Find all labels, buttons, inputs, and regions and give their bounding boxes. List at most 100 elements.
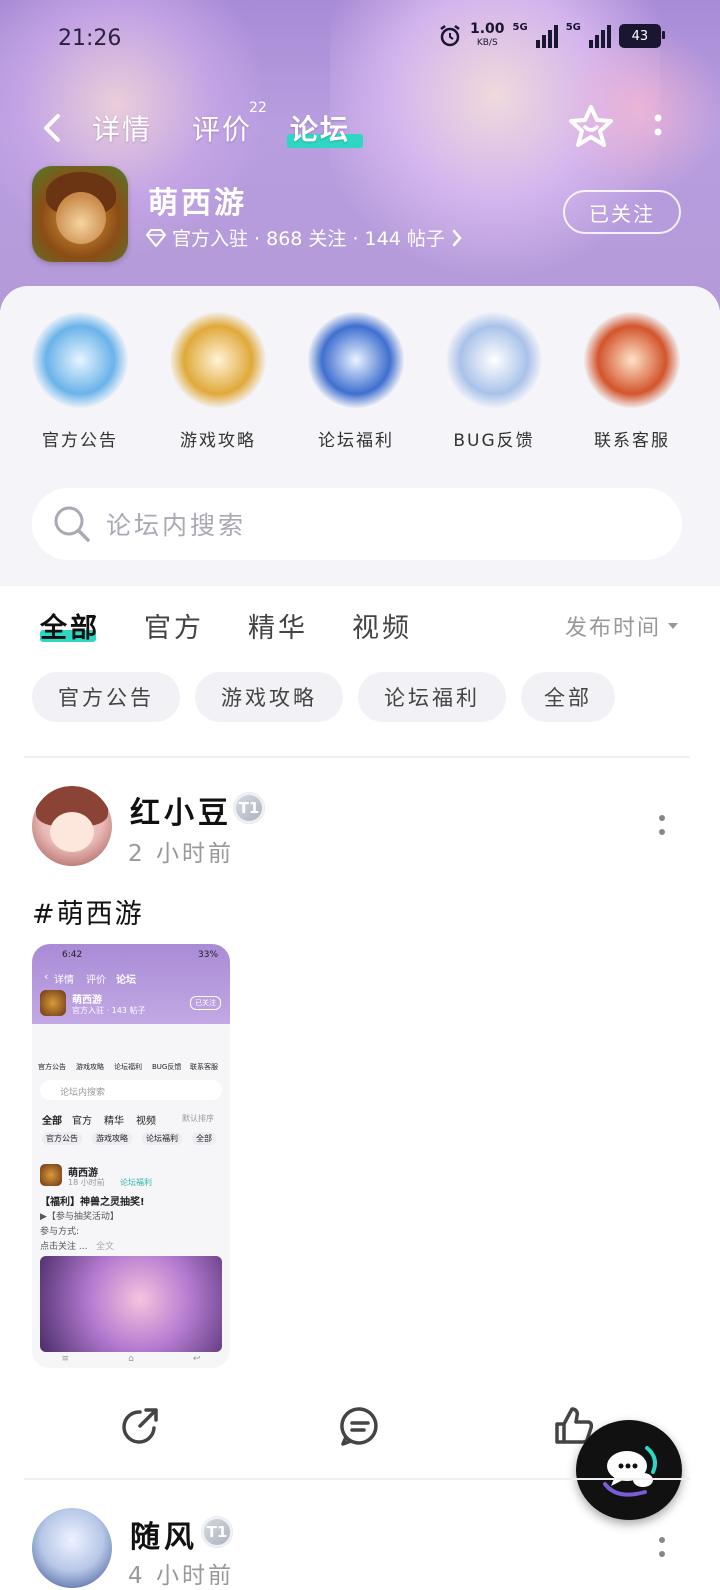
sort-dropdown[interactable]: 发布时间 bbox=[565, 610, 679, 642]
thumb-post-line: 参与方式: bbox=[40, 1227, 80, 1237]
thumb-post-image bbox=[40, 1256, 222, 1352]
post-time: 4 小时前 bbox=[128, 1563, 234, 1589]
thumb-filter: 精华 bbox=[104, 1116, 124, 1127]
category-support[interactable]: 联系客服 bbox=[572, 312, 692, 451]
chevron-right-icon bbox=[452, 229, 462, 246]
support-character-icon bbox=[584, 312, 680, 408]
thumb-cat: BUG反馈 bbox=[152, 1063, 182, 1071]
post-more-icon[interactable] bbox=[656, 1536, 668, 1560]
thumb-post-tag: 论坛福利 bbox=[120, 1178, 152, 1187]
tab-forum[interactable]: 论坛 bbox=[290, 108, 350, 148]
thumb-chip: 游戏攻略 bbox=[92, 1132, 132, 1145]
thumb-follow: 已关注 bbox=[190, 996, 221, 1010]
status-icons: 1.00 KB/S 5G 5G 43 bbox=[438, 22, 665, 50]
level-badge: T1 bbox=[201, 1516, 233, 1548]
category-label: 游戏攻略 bbox=[180, 431, 256, 451]
thumb-post-title: 【福利】神兽之灵抽奖! bbox=[40, 1197, 145, 1208]
sim2-label: 5G bbox=[565, 22, 581, 33]
thumb-search-text: 论坛内搜索 bbox=[60, 1088, 106, 1098]
guide-character-icon bbox=[170, 312, 266, 408]
app-name: 萌西游 bbox=[148, 186, 247, 221]
search-input[interactable]: 论坛内搜索 bbox=[32, 488, 682, 560]
chat-button[interactable] bbox=[576, 1420, 682, 1520]
avatar[interactable] bbox=[32, 1508, 112, 1588]
post-username[interactable]: 红小豆 bbox=[130, 788, 232, 832]
post-more-icon[interactable] bbox=[656, 814, 668, 838]
back-icon[interactable] bbox=[38, 108, 68, 148]
divider bbox=[24, 756, 690, 758]
post-image[interactable]: 6:42 33% ‹ 详情 评价 论坛 萌西游 官方入驻 · 143 帖子 已关… bbox=[32, 944, 230, 1368]
thumb-filter: 全部 bbox=[42, 1116, 62, 1127]
thumb-chip: 论坛福利 bbox=[142, 1132, 182, 1145]
battery-icon: 43 bbox=[618, 24, 665, 48]
search-icon bbox=[54, 506, 90, 542]
announcement-character-icon bbox=[32, 312, 128, 408]
more-icon[interactable] bbox=[648, 110, 668, 146]
caret-down-icon bbox=[668, 623, 679, 629]
thumb-post-more: 全文 bbox=[96, 1242, 115, 1252]
thumb-cat: 联系客服 bbox=[190, 1063, 218, 1071]
thumb-post-line: ▶【参与抽奖活动】 bbox=[40, 1212, 119, 1222]
share-icon[interactable] bbox=[118, 1404, 162, 1448]
thumb-nav-bar: ≡ ⌂ ↩ bbox=[61, 1354, 201, 1364]
thumb-app-meta: 官方入驻 · 143 帖子 bbox=[72, 1006, 146, 1015]
app-meta[interactable]: 官方入驻 · 868 关注 · 144 帖子 bbox=[146, 224, 463, 251]
filter-tab-video[interactable]: 视频 bbox=[352, 606, 412, 645]
sim1-label: 5G bbox=[512, 22, 528, 33]
tab-details[interactable]: 详情 bbox=[92, 108, 152, 148]
thumb-cat: 官方公告 bbox=[38, 1063, 66, 1071]
diamond-icon bbox=[146, 228, 166, 247]
thumb-post-avatar bbox=[40, 1164, 62, 1186]
thumb-time: 6:42 bbox=[62, 950, 83, 960]
category-guides[interactable]: 游戏攻略 bbox=[158, 312, 278, 451]
avatar[interactable] bbox=[32, 786, 112, 866]
alarm-icon bbox=[440, 25, 460, 47]
category-label: 联系客服 bbox=[594, 431, 670, 451]
thumb-sort: 默认排序 bbox=[182, 1114, 214, 1123]
chip-guides[interactable]: 游戏攻略 bbox=[195, 672, 343, 722]
post-time: 2 小时前 bbox=[128, 841, 234, 867]
thumb-chip: 官方公告 bbox=[42, 1132, 82, 1145]
category-label: 官方公告 bbox=[42, 431, 118, 451]
app-meta-text: 官方入驻 · 868 关注 · 144 帖子 bbox=[172, 228, 445, 250]
thumb-filter: 视频 bbox=[136, 1116, 156, 1127]
category-announcements[interactable]: 官方公告 bbox=[20, 312, 140, 451]
thumb-app-name: 萌西游 bbox=[72, 995, 102, 1006]
filter-tab-featured[interactable]: 精华 bbox=[248, 606, 308, 645]
review-count-badge: 22 bbox=[249, 100, 267, 116]
divider bbox=[24, 1478, 690, 1480]
thumb-cat-icons bbox=[40, 1040, 222, 1054]
thumb-tab: 详情 bbox=[54, 975, 74, 986]
follow-button[interactable]: 已关注 bbox=[563, 190, 681, 234]
search-placeholder: 论坛内搜索 bbox=[106, 511, 247, 540]
chip-all[interactable]: 全部 bbox=[521, 672, 615, 722]
signal-icon bbox=[588, 24, 611, 48]
post-username[interactable]: 随风 bbox=[130, 1512, 198, 1556]
chip-benefits[interactable]: 论坛福利 bbox=[358, 672, 506, 722]
filter-tab-official[interactable]: 官方 bbox=[144, 606, 204, 645]
app-icon[interactable] bbox=[32, 166, 128, 262]
sort-label: 发布时间 bbox=[565, 616, 662, 641]
bug-report-character-icon bbox=[446, 312, 542, 408]
category-label: 论坛福利 bbox=[318, 431, 394, 451]
status-time: 21:26 bbox=[58, 26, 122, 51]
thumb-post-time: 18 小时前 bbox=[68, 1178, 105, 1187]
thumb-cat: 游戏攻略 bbox=[76, 1063, 104, 1071]
category-label: BUG反馈 bbox=[453, 431, 535, 451]
category-bug-report[interactable]: BUG反馈 bbox=[434, 312, 554, 451]
signal-icon bbox=[535, 24, 558, 48]
comment-icon[interactable] bbox=[338, 1404, 382, 1448]
chat-bubble-icon bbox=[603, 1446, 657, 1497]
thumb-filter: 官方 bbox=[72, 1116, 92, 1127]
thumb-back-icon: ‹ bbox=[44, 970, 49, 983]
filter-tab-all[interactable]: 全部 bbox=[40, 606, 100, 645]
thumb-app-icon bbox=[40, 990, 66, 1016]
tab-reviews[interactable]: 评价 bbox=[192, 108, 252, 148]
thumb-tab: 评价 bbox=[86, 975, 106, 986]
thumb-battery: 33% bbox=[198, 950, 219, 960]
category-benefits[interactable]: 论坛福利 bbox=[296, 312, 416, 451]
favorite-icon[interactable] bbox=[566, 102, 616, 152]
benefit-beast-icon bbox=[308, 312, 404, 408]
chip-announcements[interactable]: 官方公告 bbox=[32, 672, 180, 722]
post-text[interactable]: #萌西游 bbox=[32, 892, 144, 931]
